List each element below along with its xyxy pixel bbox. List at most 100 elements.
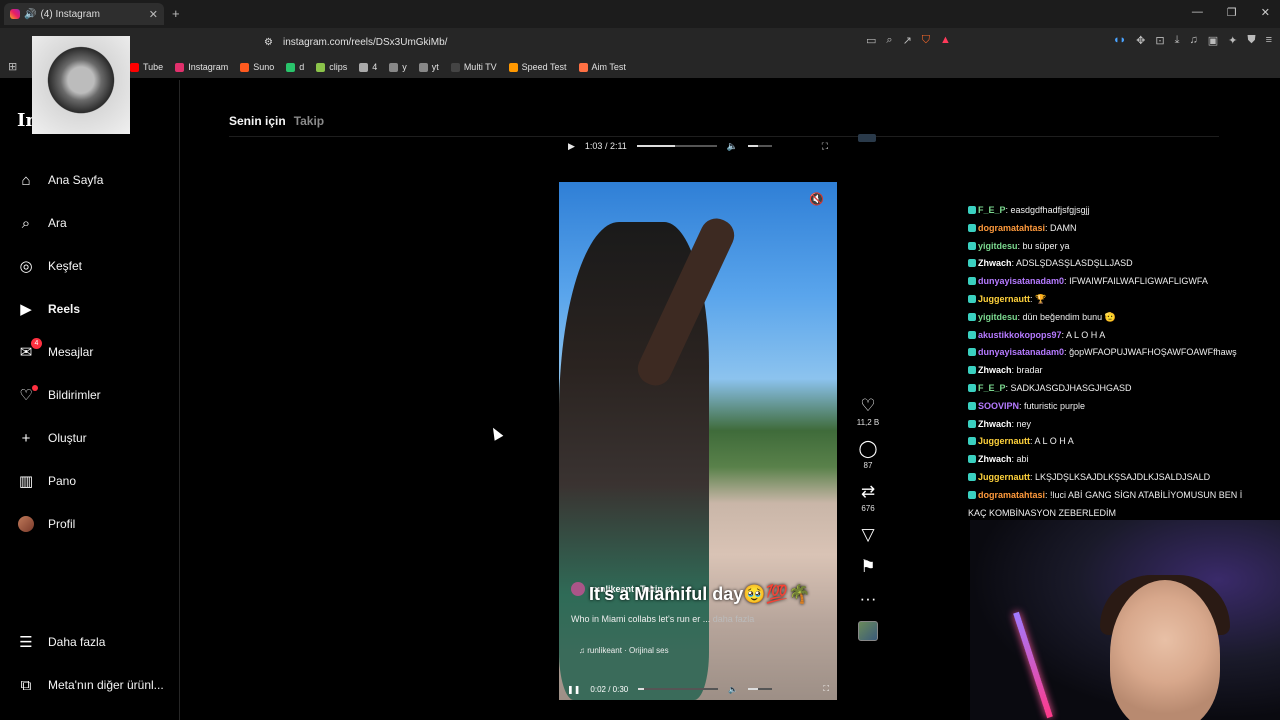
bookmark-item[interactable]: yt <box>418 62 439 72</box>
previous-video-controls: ▶ 1:03 / 2:11 🔈 ⛶ <box>560 136 836 156</box>
bookmark-favicon-icon <box>240 62 250 72</box>
ai-icon[interactable]: ✦ <box>1228 34 1237 47</box>
reel-progress[interactable] <box>638 688 719 690</box>
chat-message: Juggernautt: A L O H A <box>968 433 1280 451</box>
sidebar-item-label: Pano <box>48 474 77 488</box>
extensions-icon[interactable]: ✥ <box>1136 34 1145 47</box>
caption-more[interactable]: daha fazla <box>713 614 755 624</box>
window-controls: — ❐ ✕ <box>1192 6 1270 19</box>
muted-icon[interactable]: 🔇 <box>809 192 827 210</box>
audio-wave-icon[interactable]: ◖◗ <box>1113 34 1126 47</box>
chat-text: KAÇ KOMBİNASYON ZEBERLEDİM <box>968 507 1117 518</box>
bookmark-item[interactable]: Tube <box>130 62 163 72</box>
bookmark-label: Aim Test <box>591 62 626 72</box>
pause-icon[interactable]: ❚❚ <box>567 685 580 694</box>
audio-thumbnail[interactable] <box>858 621 878 641</box>
bookmark-item[interactable]: 4 <box>359 62 377 72</box>
sidebar-item-3[interactable]: ◎ Keşfet <box>16 256 82 276</box>
chat-message: dogramatahtasi: !luci ABİ GANG SİGN ATAB… <box>968 487 1280 505</box>
chat-badge-icon <box>968 366 976 375</box>
site-info-icon[interactable]: ⚙ <box>264 37 273 48</box>
share-icon[interactable]: ↗ <box>903 34 912 47</box>
download-icon[interactable]: ⤓ <box>1175 34 1180 47</box>
bookmark-item[interactable]: Instagram <box>175 62 228 72</box>
sidebar-item-8[interactable]: ▥ Pano <box>16 471 76 491</box>
close-tab-icon[interactable]: ✕ <box>149 8 158 21</box>
music-icon[interactable]: ♫ <box>1189 34 1197 47</box>
reel-volume-slider[interactable] <box>748 688 773 690</box>
rewards-icon[interactable]: ▲ <box>940 34 951 47</box>
bookmark-item[interactable]: d <box>286 62 304 72</box>
bookmark-item[interactable]: Speed Test <box>508 62 567 72</box>
reel-video[interactable]: 🔇 runlikeant Takip et It's a Miamiful da… <box>559 182 837 700</box>
chat-text: A L O H A <box>1034 436 1074 447</box>
sidebar-item-4[interactable]: ▶ Reels <box>16 299 80 319</box>
like-button[interactable]: ♡ 11,2 B <box>857 396 880 427</box>
cast-icon[interactable]: ▭ <box>866 34 876 47</box>
sidebar-item-2[interactable]: ⌕ Ara <box>16 213 67 233</box>
bookmark-item[interactable]: Aim Test <box>578 62 626 72</box>
save-button[interactable]: ⚑ <box>860 557 875 577</box>
wallet-icon[interactable]: ▣ <box>1208 34 1218 47</box>
sidebar-item-9[interactable]: Profil <box>16 514 75 534</box>
chat-username: Juggernautt <box>978 471 1031 482</box>
webcam-overlay-photo <box>32 36 130 134</box>
menu-icon[interactable]: ≡ <box>1266 34 1272 47</box>
minimize-button[interactable]: — <box>1192 6 1203 19</box>
reel-volume-icon[interactable]: 🔈 <box>728 685 738 694</box>
chat-text: A L O H A <box>1066 329 1106 340</box>
chat-username: dogramatahtasi <box>978 222 1046 233</box>
chat-username: dunyayisatanadam0 <box>978 276 1065 287</box>
previous-video-progress[interactable] <box>636 145 717 147</box>
chat-username: Juggernautt <box>978 436 1031 447</box>
meta-products[interactable]: ⧉ Meta'nın diğer ürünl... <box>16 675 164 695</box>
chat-message: Zhwach: bradar <box>968 362 1280 380</box>
tab-title: (4) Instagram <box>40 8 100 20</box>
more-label: Daha fazla <box>48 635 106 649</box>
apps-grid-icon[interactable]: ⊞ <box>8 60 17 73</box>
streamer-webcam <box>970 520 1280 720</box>
fullscreen-icon[interactable]: ⛶ <box>822 141 828 152</box>
tab-for-you[interactable]: Senin için <box>229 114 286 128</box>
bookmark-favicon-icon <box>130 62 139 72</box>
maximize-button[interactable]: ❐ <box>1227 6 1237 19</box>
tab-following[interactable]: Takip <box>294 114 324 128</box>
stream-chat: F_E_P: easdgdfhadfjsfgjsgjj dogramatahtas… <box>968 202 1280 522</box>
bookmark-favicon-icon <box>508 62 518 72</box>
sidebar-item-label: Mesajlar <box>48 345 94 359</box>
new-tab-button[interactable]: + <box>172 6 180 21</box>
sidebar-item-6[interactable]: ♡ Bildirimler <box>16 385 101 405</box>
browser-tab[interactable]: 🔊 (4) Instagram ✕ <box>4 3 164 25</box>
share-button[interactable]: ▽ <box>861 525 874 545</box>
sidebar-item-5[interactable]: ✉ 4 Mesajlar <box>16 338 94 362</box>
volume-slider[interactable] <box>748 145 773 147</box>
bookmark-label: Speed Test <box>521 62 567 72</box>
chat-badge-icon <box>968 419 976 428</box>
sidebar-item-1[interactable]: ⌂ Ana Sayfa <box>16 170 103 190</box>
chat-badge-icon <box>968 472 976 481</box>
reel-fullscreen-icon[interactable]: ⛶ <box>823 684 829 694</box>
zoom-icon[interactable]: ⌕ <box>886 34 892 47</box>
more-options-button[interactable]: ··· <box>860 589 877 609</box>
volume-icon[interactable]: 🔈 <box>727 141 738 152</box>
chat-message: SOOVIPN: futuristic purple <box>968 398 1280 416</box>
more-menu[interactable]: ☰ Daha fazla <box>16 632 105 652</box>
bookmark-item[interactable]: y <box>389 62 407 72</box>
brave-shield-icon[interactable]: ⛉ <box>922 34 930 47</box>
url-text: instagram.com/reels/DSx3UmGkiMb/ <box>282 36 448 48</box>
chat-badge-icon <box>968 348 976 357</box>
reel-user-avatar[interactable] <box>571 582 585 596</box>
screenshot-icon[interactable]: ⊡ <box>1155 34 1164 47</box>
repost-button[interactable]: ⇄ 676 <box>861 482 875 513</box>
vpn-icon[interactable]: ⛊ <box>1247 34 1255 47</box>
bookmark-item[interactable]: clips <box>316 62 347 72</box>
window-close-button[interactable]: ✕ <box>1261 6 1270 19</box>
comment-button[interactable]: ◯ 87 <box>858 439 877 470</box>
reel-audio[interactable]: ♫ runlikeant · Orijinal ses <box>579 646 669 655</box>
chat-badge-icon <box>968 312 976 321</box>
bookmark-item[interactable]: Multi TV <box>450 62 497 72</box>
play-icon[interactable]: ▶ <box>568 141 575 152</box>
sidebar-item-7[interactable]: + Oluştur <box>16 428 87 448</box>
chat-username: Zhwach <box>978 365 1012 376</box>
bookmark-item[interactable]: Suno <box>240 62 274 72</box>
